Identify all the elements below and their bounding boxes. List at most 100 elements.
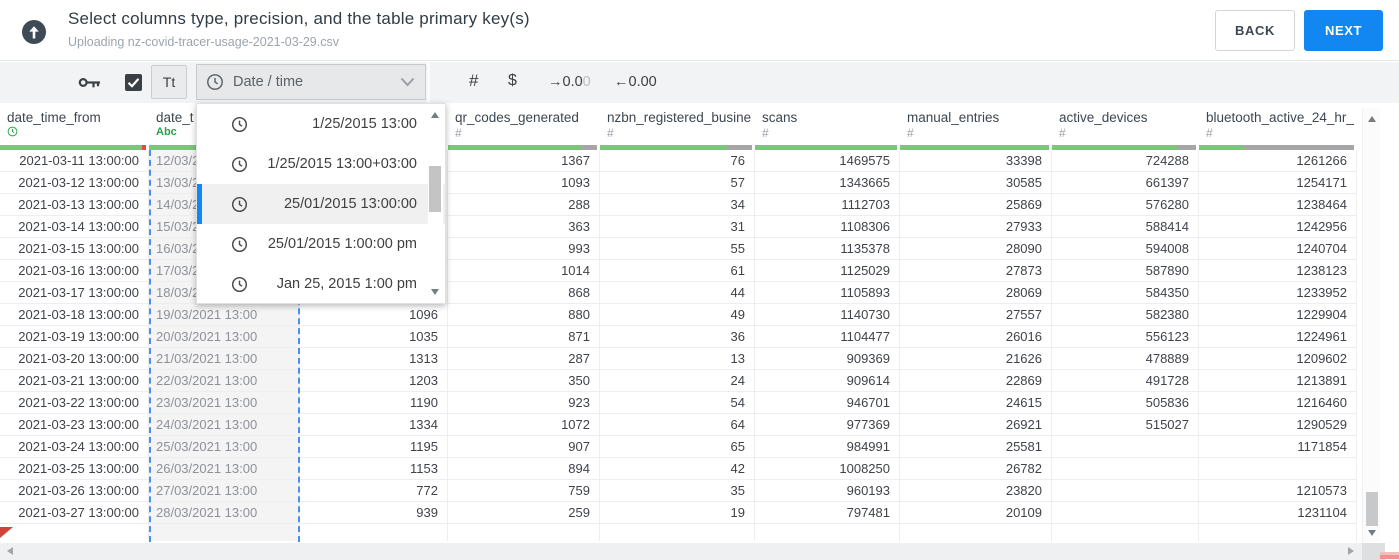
table-cell: 2021-03-11 13:00:00: [0, 150, 149, 172]
scroll-right-icon[interactable]: [1348, 547, 1354, 555]
table-cell: 1112703: [755, 194, 900, 216]
table-cell: 2021-03-27 13:00:00: [0, 502, 149, 524]
column-header-qr_codes_generated[interactable]: qr_codes_generated #: [448, 108, 600, 150]
table-cell: 35: [600, 480, 755, 502]
currency-type-button[interactable]: $: [508, 72, 517, 90]
decrease-decimals-button[interactable]: →0.00: [548, 74, 591, 90]
table-cell: 1093: [448, 172, 600, 194]
number-type-marker: #: [907, 126, 914, 140]
clock-icon: [231, 196, 248, 213]
table-cell: 1014: [448, 260, 600, 282]
increase-decimals-button[interactable]: ←0.00: [614, 74, 657, 90]
table-cell: 1190: [300, 392, 448, 414]
table-cell: 57: [600, 172, 755, 194]
type-selector-value: Date / time: [233, 74, 304, 90]
table-cell: 2021-03-14 13:00:00: [0, 216, 149, 238]
dropdown-scrollbar[interactable]: [428, 106, 443, 301]
table-cell: 36: [600, 326, 755, 348]
selected-option-bar: [197, 184, 202, 224]
table-row: 2021-03-24 13:00:00 25/03/2021 13:00 1195 9…: [0, 436, 1357, 458]
scroll-down-icon[interactable]: [1368, 530, 1376, 536]
table-cell: 759: [448, 480, 600, 502]
date-format-option[interactable]: 25/01/2015 1:00:00 pm: [197, 224, 445, 264]
table-cell: 1224961: [1199, 326, 1357, 348]
column-position-indicator: [1380, 552, 1399, 559]
column-quality-bar: [755, 145, 897, 150]
table-row: 2021-03-25 13:00:00 26/03/2021 13:00 1153 8…: [0, 458, 1357, 480]
column-name: active_devices: [1059, 110, 1148, 125]
table-cell: 1210573: [1199, 480, 1357, 502]
date-format-label: 1/25/2015 13:00: [312, 116, 417, 132]
text-type-button[interactable]: Tt: [151, 65, 187, 99]
table-cell: 22869: [900, 370, 1052, 392]
clock-type-icon: [0, 125, 149, 140]
table-cell: [1052, 436, 1199, 458]
column-checkbox[interactable]: [125, 74, 142, 91]
scroll-up-icon[interactable]: [1368, 116, 1376, 122]
table-cell: 2021-03-21 13:00:00: [0, 370, 149, 392]
table-cell: 27933: [900, 216, 1052, 238]
table-cell: 2021-03-23 13:00:00: [0, 414, 149, 436]
vertical-scrollbar[interactable]: [1362, 108, 1380, 542]
primary-key-icon[interactable]: [78, 75, 101, 95]
table-cell: 64: [600, 414, 755, 436]
table-cell: 65: [600, 436, 755, 458]
date-format-option[interactable]: 1/25/2015 13:00+03:00: [197, 144, 445, 184]
table-cell: 923: [448, 392, 600, 414]
table-cell: [900, 524, 1052, 541]
date-format-option[interactable]: 1/25/2015 13:00: [197, 104, 445, 144]
table-row: 2021-03-19 13:00:00 20/03/2021 13:00 1035 8…: [0, 326, 1357, 348]
table-cell: 2021-03-25 13:00:00: [0, 458, 149, 480]
vertical-scroll-thumb[interactable]: [1366, 492, 1378, 526]
column-header-scans[interactable]: scans #: [755, 108, 900, 150]
table-cell: 1008250: [755, 458, 900, 480]
table-cell: 288: [448, 194, 600, 216]
table-cell: 515027: [1052, 414, 1199, 436]
table-cell: 27557: [900, 304, 1052, 326]
column-header-date_time_from[interactable]: date_time_from: [0, 108, 149, 150]
next-button[interactable]: NEXT: [1304, 10, 1383, 51]
table-row: 2021-03-26 13:00:00 27/03/2021 13:00 772 75…: [0, 480, 1357, 502]
table-cell: 907: [448, 436, 600, 458]
table-cell: 1072: [448, 414, 600, 436]
column-toolbar: Tt Date / time # $ →0.00 ←0.00: [0, 62, 1399, 103]
table-cell: 584350: [1052, 282, 1199, 304]
table-cell: [1052, 502, 1199, 524]
column-quality-bar: [900, 145, 1049, 150]
table-cell: 61: [600, 260, 755, 282]
column-name: manual_entries: [907, 110, 1000, 125]
scroll-left-icon[interactable]: [7, 547, 13, 555]
scroll-down-icon[interactable]: [431, 289, 439, 295]
back-button[interactable]: BACK: [1215, 10, 1295, 51]
horizontal-scrollbar[interactable]: [0, 543, 1362, 560]
scroll-up-icon[interactable]: [431, 112, 439, 118]
column-header-manual_entries[interactable]: manual_entries #: [900, 108, 1052, 150]
type-selector-dropdown[interactable]: Date / time: [196, 64, 426, 100]
number-type-button[interactable]: #: [469, 71, 478, 91]
table-cell: 1035: [300, 326, 448, 348]
table-cell: 1240704: [1199, 238, 1357, 260]
table-cell: 26921: [900, 414, 1052, 436]
table-cell: 1140730: [755, 304, 900, 326]
date-format-option[interactable]: 25/01/2015 13:00:00: [197, 184, 445, 224]
table-cell: 1238123: [1199, 260, 1357, 282]
table-cell: 1203: [300, 370, 448, 392]
date-format-option[interactable]: Jan 25, 2015 1:00 pm: [197, 264, 445, 304]
table-cell: [755, 524, 900, 541]
number-type-marker: #: [1059, 126, 1066, 140]
table-cell: 2021-03-26 13:00:00: [0, 480, 149, 502]
column-header-nzbn_registered_busine[interactable]: nzbn_registered_busine #: [600, 108, 755, 150]
column-header-bluetooth_active_24_hr_[interactable]: bluetooth_active_24_hr_ #: [1199, 108, 1357, 150]
column-header-active_devices[interactable]: active_devices #: [1052, 108, 1199, 150]
dropdown-scroll-thumb[interactable]: [429, 166, 441, 212]
table-cell: 1171854: [1199, 436, 1357, 458]
table-cell: 2021-03-17 13:00:00: [0, 282, 149, 304]
table-cell: 2021-03-19 13:00:00: [0, 326, 149, 348]
table-cell: 2021-03-22 13:00:00: [0, 392, 149, 414]
table-cell: 724288: [1052, 150, 1199, 172]
table-cell: 556123: [1052, 326, 1199, 348]
table-cell: 27873: [900, 260, 1052, 282]
import-wizard-window: Select columns type, precision, and the …: [0, 0, 1399, 560]
table-cell: 2021-03-12 13:00:00: [0, 172, 149, 194]
table-cell: 797481: [755, 502, 900, 524]
